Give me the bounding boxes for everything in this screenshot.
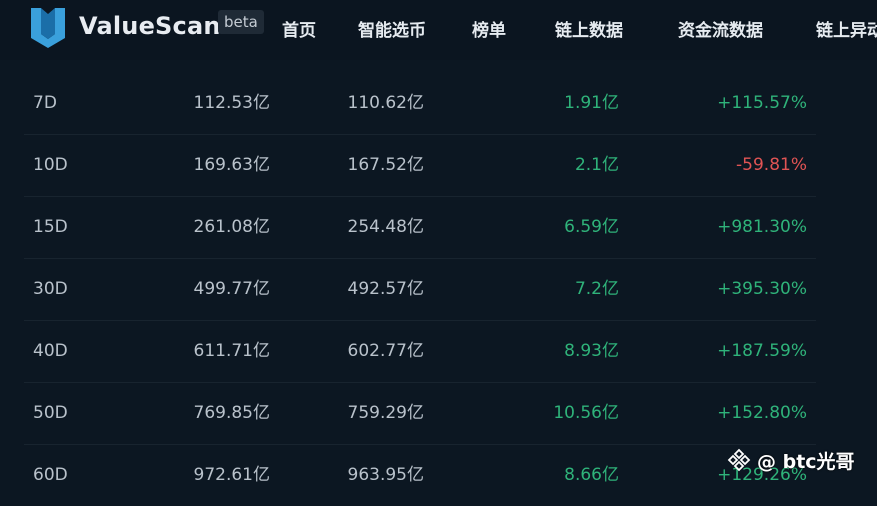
period-cell: 30D <box>33 279 68 299</box>
nav-home[interactable]: 首页 <box>282 16 316 41</box>
nav-fund-flow-data[interactable]: 资金流数据 <box>678 16 763 41</box>
change-pct-cell: +395.30% <box>717 279 807 299</box>
net-flow-cell: 7.2亿 <box>574 279 619 299</box>
nav-onchain-data[interactable]: 链上数据 <box>555 16 623 41</box>
value-b-cell: 254.48亿 <box>347 217 424 237</box>
change-pct-cell: +152.80% <box>717 403 807 423</box>
period-cell: 50D <box>33 403 68 423</box>
change-pct-cell: -59.81% <box>736 155 807 175</box>
table-row: 7D 112.53亿 110.62亿 1.91亿 +115.57% <box>24 72 816 135</box>
net-flow-cell: 10.56亿 <box>553 403 619 423</box>
table-row: 30D 499.77亿 492.57亿 7.2亿 +395.30% <box>24 258 816 321</box>
period-cell: 7D <box>33 93 57 113</box>
table-row: 50D 769.85亿 759.29亿 10.56亿 +152.80% <box>24 382 816 445</box>
value-a-cell: 169.63亿 <box>193 155 270 175</box>
value-a-cell: 611.71亿 <box>193 341 270 361</box>
valuescan-logo-icon[interactable] <box>30 8 66 48</box>
change-pct-cell: +115.57% <box>717 93 807 113</box>
value-b-cell: 963.95亿 <box>347 465 424 485</box>
table-row: 60D 972.61亿 963.95亿 8.66亿 +129.26% <box>24 444 816 506</box>
watermark-text: @ btc光哥 <box>757 450 855 473</box>
period-cell: 15D <box>33 217 68 237</box>
value-a-cell: 769.85亿 <box>193 403 270 423</box>
period-cell: 10D <box>33 155 68 175</box>
value-b-cell: 759.29亿 <box>347 403 424 423</box>
value-b-cell: 110.62亿 <box>347 93 424 113</box>
net-flow-cell: 2.1亿 <box>574 155 619 175</box>
nav-smart-picks[interactable]: 智能选币 <box>358 16 426 41</box>
value-a-cell: 112.53亿 <box>193 93 270 113</box>
author-watermark: @ btc光哥 <box>727 446 855 474</box>
brand-name[interactable]: ValueScan <box>79 12 221 40</box>
net-flow-cell: 8.93亿 <box>564 341 619 361</box>
change-pct-cell: +187.59% <box>717 341 807 361</box>
top-navbar: ValueScan beta 首页 智能选币 榜单 链上数据 资金流数据 链上异… <box>0 0 877 60</box>
table-row: 10D 169.63亿 167.52亿 2.1亿 -59.81% <box>24 134 816 197</box>
change-pct-cell: +981.30% <box>717 217 807 237</box>
table-row: 15D 261.08亿 254.48亿 6.59亿 +981.30% <box>24 196 816 259</box>
value-a-cell: 499.77亿 <box>193 279 270 299</box>
value-b-cell: 602.77亿 <box>347 341 424 361</box>
period-cell: 40D <box>33 341 68 361</box>
value-a-cell: 261.08亿 <box>193 217 270 237</box>
nav-rankings[interactable]: 榜单 <box>472 16 506 41</box>
net-flow-cell: 1.91亿 <box>564 93 619 113</box>
value-b-cell: 167.52亿 <box>347 155 424 175</box>
binance-diamond-icon <box>727 448 751 472</box>
net-flow-cell: 8.66亿 <box>564 465 619 485</box>
table-row: 40D 611.71亿 602.77亿 8.93亿 +187.59% <box>24 320 816 383</box>
period-cell: 60D <box>33 465 68 485</box>
beta-badge: beta <box>218 10 264 34</box>
value-a-cell: 972.61亿 <box>193 465 270 485</box>
net-flow-cell: 6.59亿 <box>564 217 619 237</box>
value-b-cell: 492.57亿 <box>347 279 424 299</box>
nav-onchain-anomalies[interactable]: 链上异动 <box>816 16 877 41</box>
